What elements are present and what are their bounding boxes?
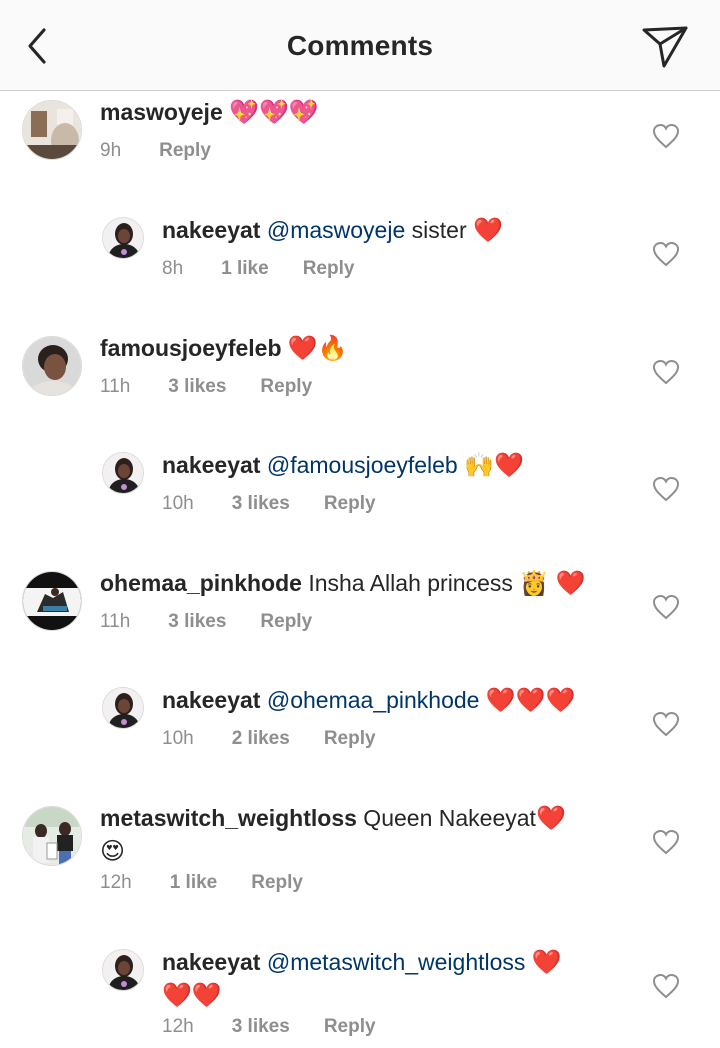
avatar[interactable] [22, 806, 82, 866]
comment-timestamp: 12h [162, 1016, 194, 1037]
avatar[interactable] [22, 336, 82, 396]
share-button[interactable] [638, 22, 692, 70]
heart-icon [652, 829, 680, 855]
comment-timestamp: 11h [100, 376, 131, 397]
mention-link[interactable]: @maswoyeje [267, 217, 405, 243]
reply-button[interactable]: Reply [324, 493, 376, 514]
reply-button[interactable]: Reply [303, 258, 355, 279]
page-title: Comments [286, 30, 434, 61]
comment-text: Insha Allah princess [301, 570, 520, 596]
comment-emoji: ❤️🔥 [287, 335, 348, 362]
like-button[interactable] [652, 123, 680, 149]
likes-count[interactable]: 3 likes [168, 611, 226, 632]
heart-icon [652, 973, 680, 999]
comment-username[interactable]: nakeeyat [162, 217, 260, 243]
comment-timestamp: 9h [100, 140, 122, 161]
comment-timestamp: 12h [100, 872, 132, 893]
likes-count[interactable]: 3 likes [168, 376, 226, 397]
reply-button[interactable]: Reply [324, 1016, 376, 1037]
avatar[interactable] [22, 100, 82, 160]
comment-username[interactable]: ohemaa_pinkhode [100, 570, 302, 596]
like-button[interactable] [652, 711, 680, 737]
like-button[interactable] [652, 241, 680, 267]
reply-button[interactable]: Reply [251, 872, 303, 893]
likes-count[interactable]: 1 like [170, 872, 218, 893]
comment-username[interactable]: nakeeyat [162, 452, 260, 478]
paper-plane-icon [642, 26, 688, 68]
avatar[interactable] [102, 949, 144, 991]
comment-text: Queen Nakeeyat [356, 805, 536, 831]
comment-emoji: ❤️❤️❤️ [485, 687, 576, 714]
likes-count[interactable]: 1 like [221, 258, 269, 279]
top-bar: Comments [0, 0, 720, 91]
mention-link[interactable]: @famousjoeyfeleb [267, 452, 458, 478]
likes-count[interactable]: 3 likes [232, 493, 290, 514]
likes-count[interactable]: 3 likes [232, 1016, 290, 1037]
comment-timestamp: 11h [100, 611, 131, 632]
heart-icon [652, 123, 680, 149]
like-button[interactable] [652, 829, 680, 855]
heart-icon [652, 594, 680, 620]
comment-emoji: 🙌❤️ [464, 452, 524, 479]
avatar[interactable] [102, 687, 144, 729]
comment-username[interactable]: nakeeyat [162, 949, 260, 975]
heart-icon [652, 476, 680, 502]
comment-text: sister [405, 217, 473, 243]
comment-timestamp: 8h [162, 258, 184, 279]
comment-emoji: 💖💖💖 [229, 99, 319, 126]
reply-button[interactable]: Reply [260, 611, 312, 632]
comment-username[interactable]: maswoyeje [100, 99, 223, 125]
comment-emoji: ❤️ [473, 217, 503, 244]
comment-username[interactable]: nakeeyat [162, 687, 260, 713]
mention-link[interactable]: @ohemaa_pinkhode [267, 687, 480, 713]
comment-timestamp: 10h [162, 493, 194, 514]
reply-button[interactable]: Reply [260, 376, 312, 397]
mention-link[interactable]: @metaswitch_weightloss [267, 949, 526, 975]
comment-emoji: 👸 ❤️ [519, 570, 586, 597]
heart-icon [652, 241, 680, 267]
heart-icon [652, 711, 680, 737]
like-button[interactable] [652, 476, 680, 502]
avatar[interactable] [102, 452, 144, 494]
like-button[interactable] [652, 359, 680, 385]
comment-username[interactable]: famousjoeyfeleb [100, 335, 282, 361]
likes-count[interactable]: 2 likes [232, 728, 290, 749]
reply-button[interactable]: Reply [159, 140, 211, 161]
like-button[interactable] [652, 973, 680, 999]
comment-timestamp: 10h [162, 728, 194, 749]
heart-icon [652, 359, 680, 385]
comment-username[interactable]: metaswitch_weightloss [100, 805, 357, 831]
like-button[interactable] [652, 594, 680, 620]
reply-button[interactable]: Reply [324, 728, 376, 749]
avatar[interactable] [22, 571, 82, 631]
avatar[interactable] [102, 217, 144, 259]
